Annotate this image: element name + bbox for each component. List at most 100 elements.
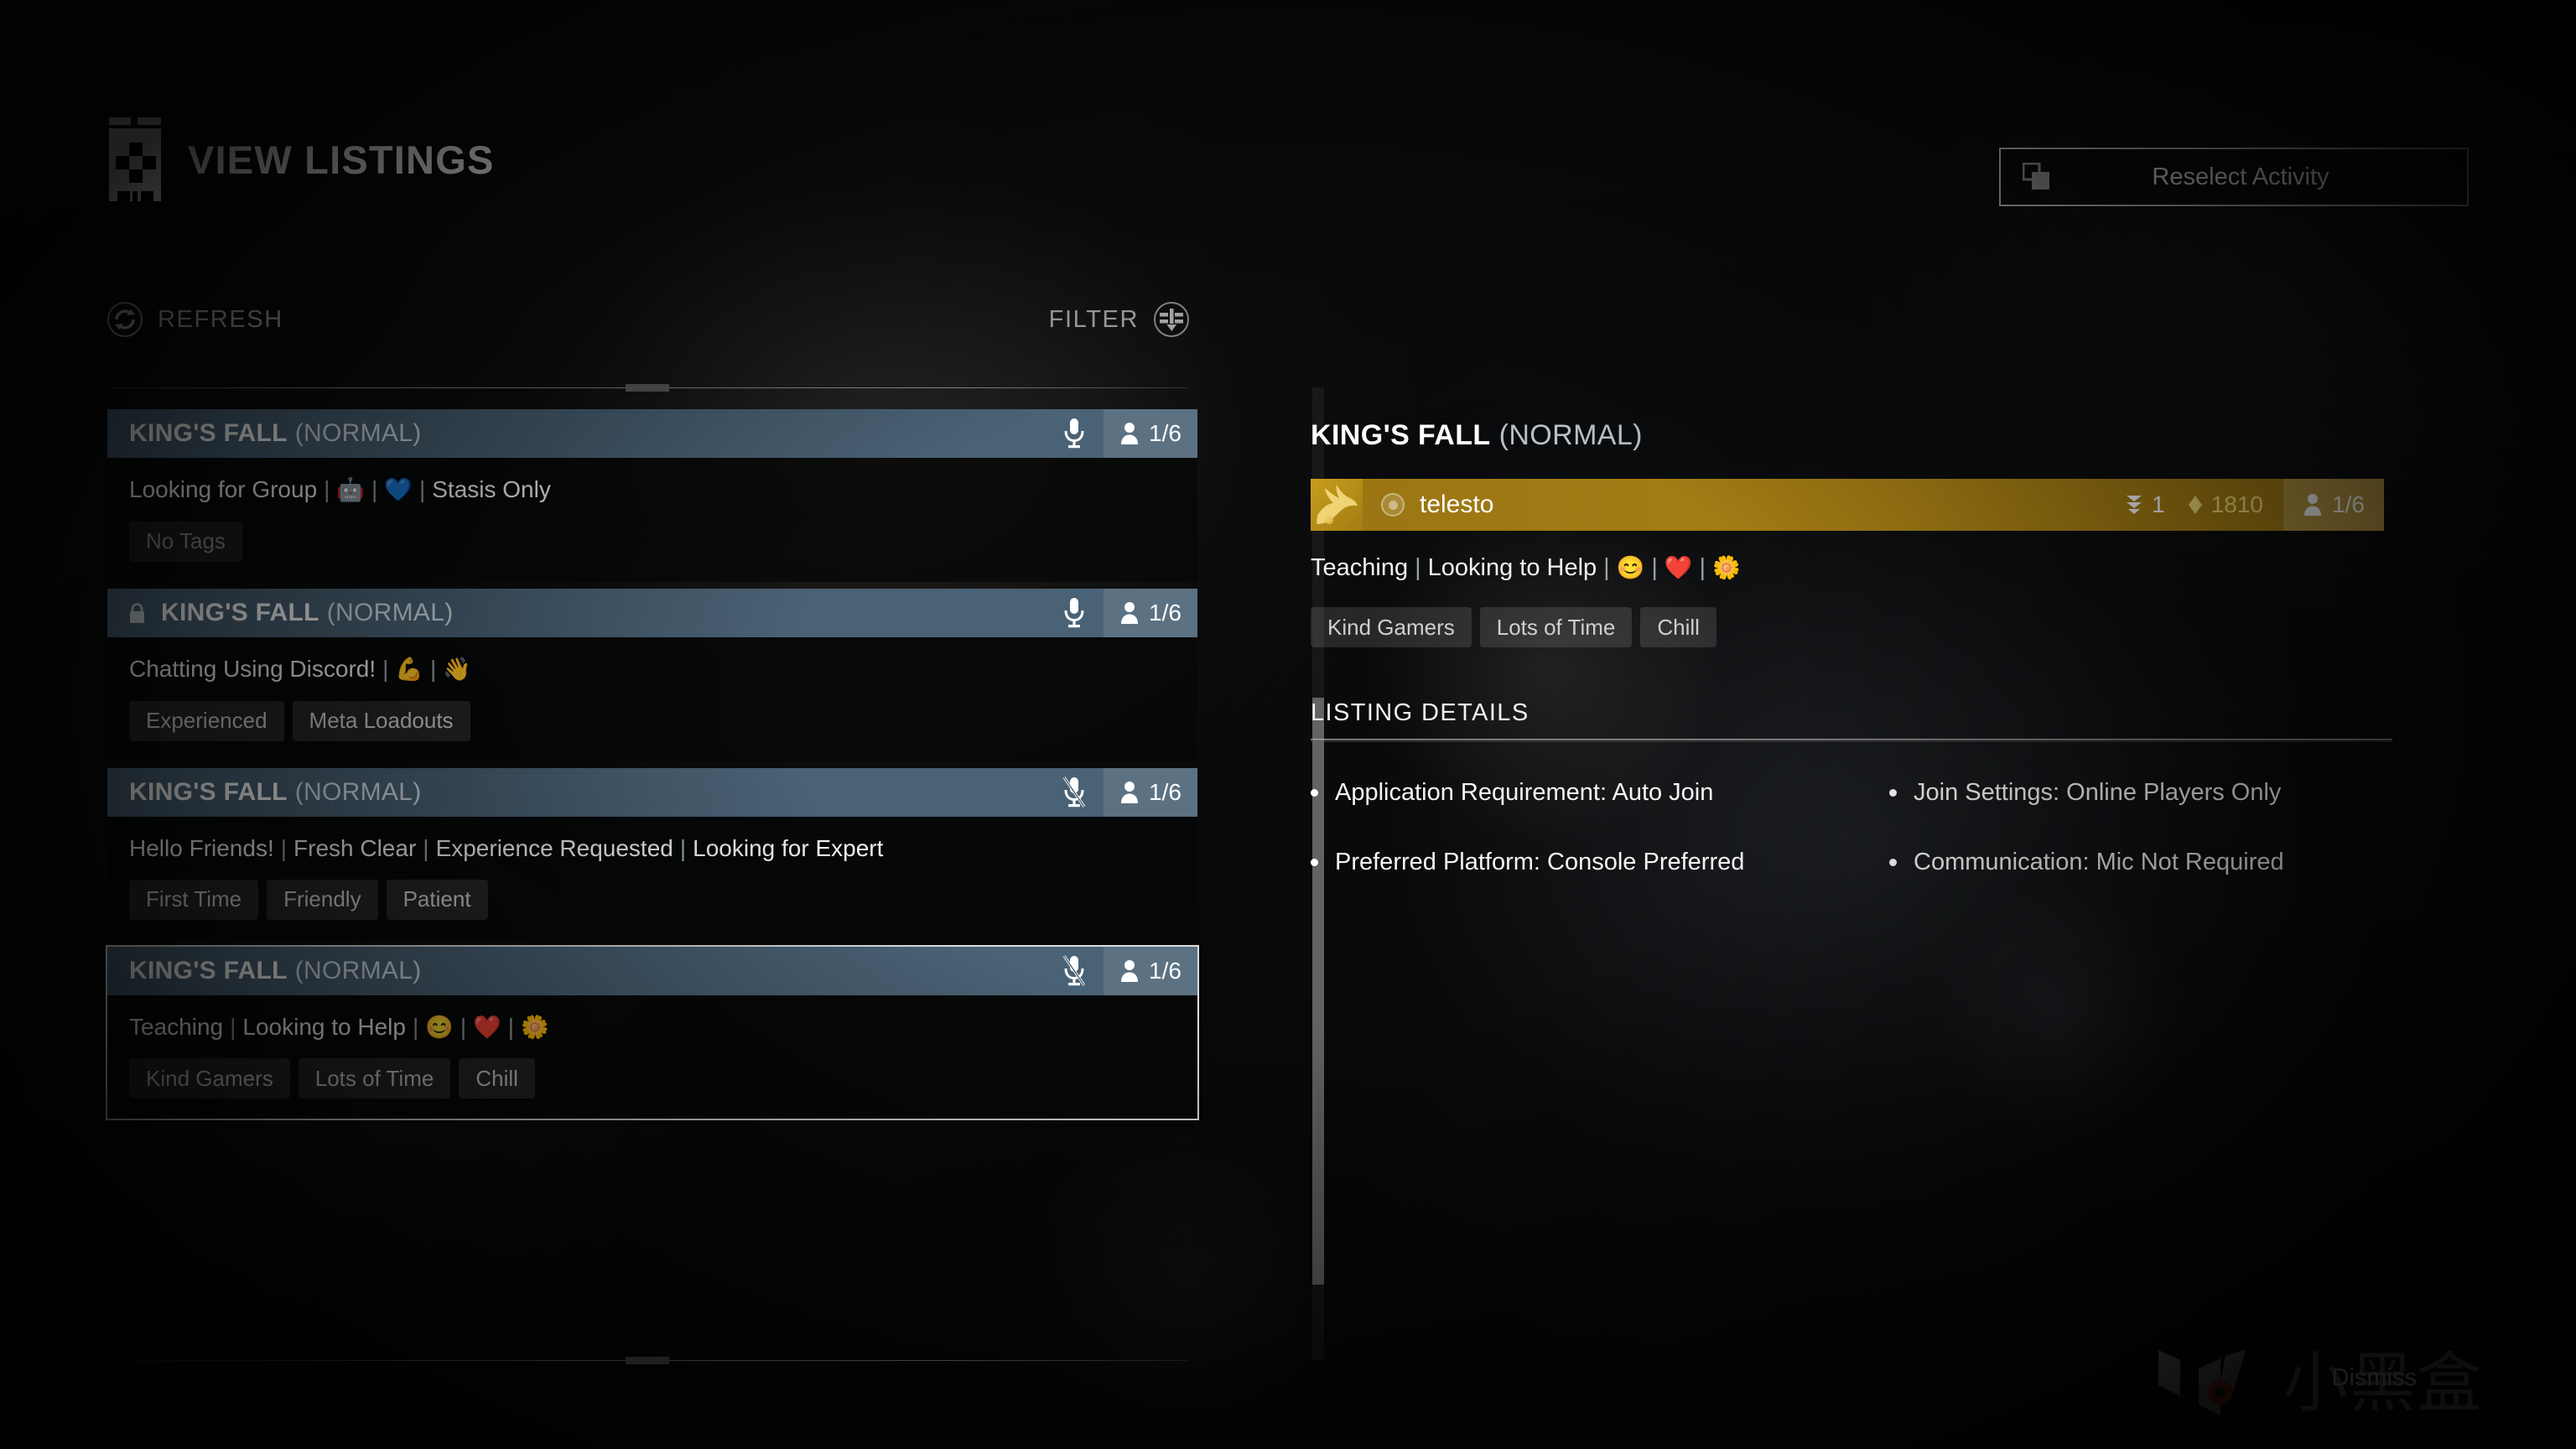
player-fireteam-value: 1/6 xyxy=(2332,491,2365,517)
listing-activity-name: KING'S FALL xyxy=(129,777,288,806)
listing-detail-text: Preferred Platform: Console Preferred xyxy=(1335,849,1745,876)
listing-detail-panel: KING'S FALL (NORMAL) telesto 1 1810 1/6 … xyxy=(1311,419,2468,880)
tag-pill[interactable]: Kind Gamers xyxy=(129,1058,290,1099)
description-separator: | xyxy=(679,834,687,861)
description-text: Looking to Help xyxy=(242,1013,406,1040)
description-text: Teaching xyxy=(1311,554,1409,581)
listing-card-header-right: 1/6 xyxy=(1045,409,1197,458)
listing-fireteam-value: 1/6 xyxy=(1149,420,1182,446)
lock-icon xyxy=(129,602,145,624)
tag-pill[interactable]: Friendly xyxy=(267,879,378,920)
listing-card-header-right: 1/6 xyxy=(1045,946,1197,995)
listing-detail-item: Join Settings: Online Players Only xyxy=(1889,776,2468,810)
detail-tag-row: Kind Gamers Lots of Time Chill xyxy=(1311,607,2468,647)
description-separator: | xyxy=(423,834,429,861)
listing-card-title: KING'S FALL (NORMAL) xyxy=(129,419,422,448)
list-toolbar: REFRESH FILTER xyxy=(107,302,1189,337)
detail-activity-name: KING'S FALL xyxy=(1311,419,1491,451)
description-text: Stasis Only xyxy=(432,476,551,502)
person-icon xyxy=(1121,959,1139,982)
reselect-activity-label: Reselect Activity xyxy=(2152,163,2329,190)
refresh-label: REFRESH xyxy=(158,305,283,333)
tag-pill[interactable]: Patient xyxy=(386,879,488,920)
bullet-icon xyxy=(1311,859,1318,867)
copy-windows-icon xyxy=(2022,162,2051,191)
listing-description: Chatting Using Discord! | 💪 | 👋 xyxy=(129,654,1176,684)
description-separator: | xyxy=(371,476,378,502)
description-separator: | xyxy=(1603,554,1610,581)
description-emoji: ❤️ xyxy=(1664,555,1693,580)
listing-card[interactable]: KING'S FALL (NORMAL) 1/6 Teaching | Looking t… xyxy=(106,944,1199,1121)
mic-on-icon xyxy=(1064,418,1084,449)
eagle-emblem-icon xyxy=(1311,479,1363,531)
listing-tag-row: Kind Gamers Lots of Time Chill xyxy=(129,1058,1176,1099)
bullet-icon xyxy=(1889,789,1897,797)
listing-card-header-right: 1/6 xyxy=(1045,588,1197,637)
person-icon xyxy=(2304,494,2322,516)
listings-panel: KING'S FALL (NORMAL) 1/6 Looking for Group |… xyxy=(106,369,1324,1384)
dismiss-label: Dismiss xyxy=(2331,1364,2418,1391)
listing-tag-row: First Time Friendly Patient xyxy=(129,879,1176,920)
reselect-activity-button[interactable]: Reselect Activity xyxy=(1999,148,2469,206)
tag-pill[interactable]: Chill xyxy=(1640,607,1716,647)
description-emoji: ❤️ xyxy=(473,1014,501,1040)
player-power-stat: 1810 xyxy=(2187,491,2263,518)
listing-fireteam-count: 1/6 xyxy=(1104,588,1197,637)
refresh-button[interactable]: REFRESH xyxy=(107,302,283,337)
listing-activity-name: KING'S FALL xyxy=(129,956,288,984)
listing-detail-item: Communication: Mic Not Required xyxy=(1889,845,2468,880)
listing-activity-name: KING'S FALL xyxy=(161,598,319,626)
listing-card-title: KING'S FALL (NORMAL) xyxy=(129,599,454,627)
listing-mic-status xyxy=(1045,596,1104,630)
listing-activity-mode: (NORMAL) xyxy=(294,419,422,447)
lock-icon xyxy=(130,603,144,624)
tag-pill[interactable]: Chill xyxy=(459,1058,535,1099)
person-icon xyxy=(1121,423,1139,444)
listing-card-header-right: 1/6 xyxy=(1045,767,1197,817)
description-separator: | xyxy=(460,1013,467,1040)
tag-pill[interactable]: Kind Gamers xyxy=(1311,607,1472,647)
description-text: Looking for Group xyxy=(129,476,318,502)
description-separator: | xyxy=(230,1013,236,1040)
description-separator: | xyxy=(324,476,330,502)
tag-pill[interactable]: Meta Loadouts xyxy=(292,700,470,741)
listing-card-header[interactable]: KING'S FALL (NORMAL) 1/6 xyxy=(107,588,1197,637)
description-text: Hello Friends! xyxy=(129,834,274,861)
detail-activity-mode: (NORMAL) xyxy=(1498,419,1643,451)
listing-mic-status xyxy=(1045,776,1104,809)
mic-on-icon xyxy=(1064,597,1084,627)
listing-card-header[interactable]: KING'S FALL (NORMAL) 1/6 xyxy=(107,767,1197,817)
listing-mic-status xyxy=(1045,954,1104,988)
list-top-divider-nub xyxy=(626,384,669,392)
tag-pill[interactable]: First Time xyxy=(129,879,259,920)
filter-button[interactable]: FILTER xyxy=(1049,302,1189,337)
listing-card-body: Hello Friends! | Fresh Clear | Experience Re… xyxy=(107,817,1197,940)
no-tags-pill: No Tags xyxy=(129,521,242,562)
listing-card-title: KING'S FALL (NORMAL) xyxy=(129,778,422,807)
list-bottom-divider-nub xyxy=(626,1357,669,1364)
listing-activity-mode: (NORMAL) xyxy=(326,598,454,626)
listing-card[interactable]: KING'S FALL (NORMAL) 1/6 Looking for Group |… xyxy=(107,409,1197,582)
listing-owner-row[interactable]: telesto 1 1810 1/6 xyxy=(1311,479,2384,531)
listing-card[interactable]: KING'S FALL (NORMAL) 1/6 Hello Friends! | Fre… xyxy=(107,767,1197,940)
listing-details-heading: LISTING DETAILS xyxy=(1311,699,1530,726)
mic-off-icon xyxy=(1062,776,1086,808)
listing-card-body: Looking for Group | 🤖 | 💙 | Stasis Only No Tags xyxy=(107,458,1197,582)
bullet-icon xyxy=(1311,789,1318,797)
listing-card[interactable]: KING'S FALL (NORMAL) 1/6 Chatting Using Dis… xyxy=(107,588,1197,761)
description-separator: | xyxy=(1415,554,1421,581)
player-name: telesto xyxy=(1420,491,1494,518)
tag-pill[interactable]: Lots of Time xyxy=(1479,607,1633,647)
listing-fireteam-count: 1/6 xyxy=(1104,767,1197,817)
platform-circle-icon xyxy=(1381,493,1405,517)
listing-fireteam-value: 1/6 xyxy=(1149,778,1182,805)
listing-mic-status xyxy=(1045,417,1104,450)
tag-pill[interactable]: Lots of Time xyxy=(298,1058,451,1099)
tag-pill[interactable]: Experienced xyxy=(129,700,284,741)
mic-off-icon xyxy=(1062,954,1086,986)
listing-card-header[interactable]: KING'S FALL (NORMAL) 1/6 xyxy=(107,946,1197,995)
player-stats: 1 1810 xyxy=(2124,491,2283,518)
listing-card-body: Teaching | Looking to Help | 😊 | ❤️ | 🌼 Kind Game… xyxy=(107,995,1197,1119)
listing-card-header[interactable]: KING'S FALL (NORMAL) 1/6 xyxy=(107,409,1197,458)
description-separator: | xyxy=(382,655,389,682)
